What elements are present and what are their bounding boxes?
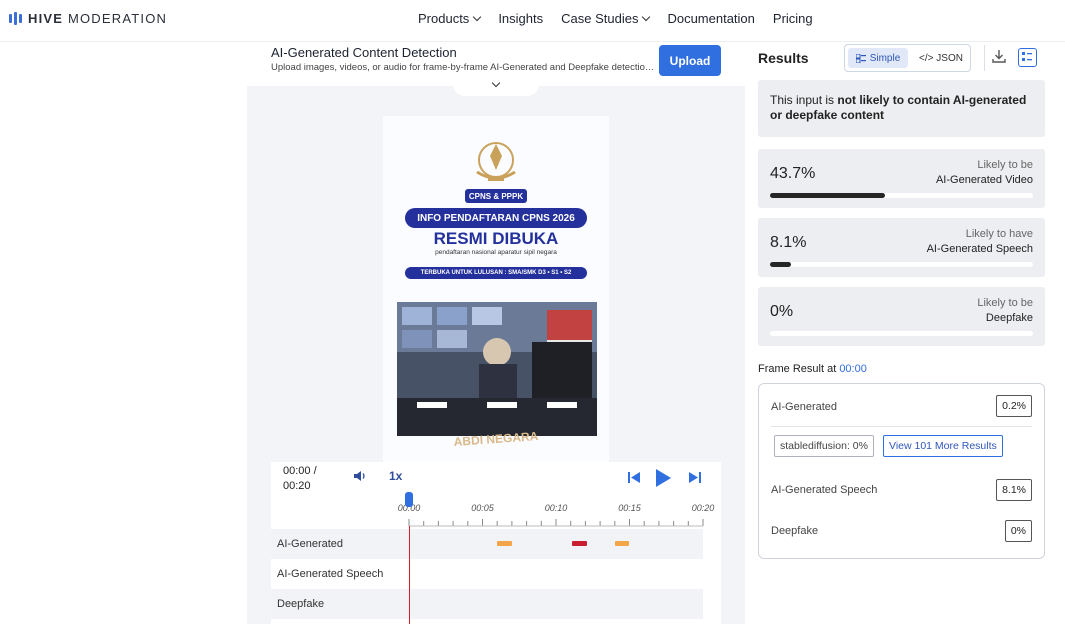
frame-ai-value: 0.2% [996, 395, 1032, 417]
metric-value: 8.1% [770, 234, 807, 251]
media-eligibility-banner: TERBUKA UNTUK LULUSAN : SMA/SMK D3 • S1 … [405, 267, 587, 279]
media-preview: CPNS & PPPK INFO PENDAFTARAN CPNS 2026 R… [383, 116, 609, 466]
metric-progress-fill [770, 193, 885, 198]
skip-back-icon[interactable] [628, 472, 640, 483]
results-panel: Results Simple </> JSON This input is no… [758, 42, 1046, 624]
nav-links: Products Insights Case Studies Documenta… [418, 11, 813, 26]
skip-forward-icon[interactable] [689, 472, 701, 483]
timeline-tick-label: 00:10 [545, 503, 568, 513]
layout-icon[interactable] [1018, 48, 1037, 67]
chevron-down-icon [473, 12, 482, 22]
volume-icon[interactable] [353, 470, 367, 482]
metric-ai-speech: 8.1% Likely to have AI-Generated Speech [758, 218, 1045, 277]
nav-products[interactable]: Products [418, 11, 482, 26]
metric-value: 43.7% [770, 165, 816, 182]
view-toggle: Simple </> JSON [844, 44, 971, 72]
view-simple-button[interactable]: Simple [848, 48, 908, 68]
media-subline: pendaftaran nasional aparatur sipil nega… [435, 249, 557, 256]
view-more-results-button[interactable]: View 101 More Results [883, 435, 1003, 457]
top-navigation: HIVE MODERATION Products Insights Case S… [0, 0, 1065, 42]
frame-ai-label: AI-Generated [771, 401, 838, 413]
view-json-button[interactable]: </> JSON [913, 48, 969, 68]
track-row-deepfake: Deepfake [271, 589, 703, 619]
metric-deepfake: 0% Likely to be Deepfake [758, 287, 1045, 346]
divider [771, 426, 1032, 427]
metric-caption: Likely to be [977, 297, 1033, 309]
timeline-tick-label: 00:20 [692, 503, 715, 513]
metric-progress-bar [770, 193, 1033, 198]
frame-result-title: Frame Result at 00:00 [758, 363, 867, 375]
track-row-ai-speech: AI-Generated Speech [271, 559, 703, 589]
media-photo [397, 302, 597, 436]
frame-deepfake-label: Deepfake [771, 525, 819, 537]
metric-label: AI-Generated Speech [926, 243, 1033, 255]
brand-logo[interactable]: HIVE MODERATION [9, 11, 167, 26]
metric-caption: Likely to have [965, 228, 1033, 240]
metric-ai-video: 43.7% Likely to be AI-Generated Video [758, 149, 1045, 208]
playback-rate-button[interactable]: 1x [389, 469, 402, 483]
hive-bars-icon [9, 12, 22, 25]
frame-deepfake-value: 0% [1004, 520, 1032, 542]
results-title: Results [758, 50, 809, 66]
nav-pricing[interactable]: Pricing [773, 11, 813, 26]
upload-button[interactable]: Upload [659, 45, 721, 76]
media-badge: CPNS & PPPK [465, 189, 527, 203]
play-icon[interactable] [655, 469, 671, 487]
toolbar-divider [984, 45, 985, 71]
chevron-down-icon [642, 12, 651, 22]
detection-segment[interactable] [497, 541, 512, 546]
nav-case-studies[interactable]: Case Studies [561, 11, 651, 26]
frame-speech-label: AI-Generated Speech [771, 484, 878, 496]
metric-label: Deepfake [985, 312, 1033, 324]
metric-progress-bar [770, 262, 1033, 267]
metric-value: 0% [770, 303, 794, 320]
video-player-controls: 00:00 /00:20 1x 00:00 00:05 00:10 00:15 00:2… [271, 462, 721, 624]
brand-name: HIVE MODERATION [28, 11, 168, 26]
verdict-banner: This input is not likely to contain AI-g… [758, 80, 1045, 137]
tool-subtitle: Upload images, videos, or audio for fram… [271, 62, 656, 73]
metric-label: AI-Generated Video [935, 174, 1033, 186]
detection-timeline[interactable]: 00:00 00:05 00:10 00:15 00:20 AI-Generated A… [271, 490, 721, 624]
metric-progress-bar [770, 331, 1033, 336]
download-icon[interactable] [992, 49, 1006, 63]
detection-segment[interactable] [572, 541, 587, 546]
model-chip-stablediffusion: stablediffusion: 0% [774, 435, 874, 457]
list-icon [855, 53, 866, 63]
garuda-emblem-icon [476, 142, 516, 181]
track-segments [271, 529, 703, 559]
nav-insights[interactable]: Insights [498, 11, 543, 26]
media-info-banner: INFO PENDAFTARAN CPNS 2026 [405, 208, 587, 228]
detection-segment[interactable] [614, 541, 630, 546]
collapse-header-toggle[interactable] [453, 78, 539, 96]
media-headline: RESMI DIBUKA [433, 229, 559, 248]
timeline-ruler[interactable]: 00:00 00:05 00:10 00:15 00:20 [271, 490, 721, 530]
playhead-handle[interactable] [405, 492, 413, 507]
media-pane: AI-Generated Content Detection Upload im… [247, 42, 745, 624]
track-row-ai-generated: AI-Generated [271, 529, 703, 559]
metric-caption: Likely to be [977, 159, 1033, 171]
nav-documentation[interactable]: Documentation [667, 11, 754, 26]
timeline-tick-label: 00:05 [471, 503, 495, 513]
track-segments [271, 559, 703, 589]
track-segments [271, 589, 703, 619]
frame-time-link[interactable]: 00:00 [839, 363, 867, 375]
metric-progress-fill [770, 262, 792, 267]
timeline-tick-label: 00:15 [618, 503, 642, 513]
frame-speech-value: 8.1% [996, 479, 1032, 501]
frame-result-card: AI-Generated 0.2% stablediffusion: 0% Vi… [758, 383, 1045, 559]
playhead-line [409, 526, 410, 624]
tool-title: AI-Generated Content Detection [271, 45, 457, 60]
